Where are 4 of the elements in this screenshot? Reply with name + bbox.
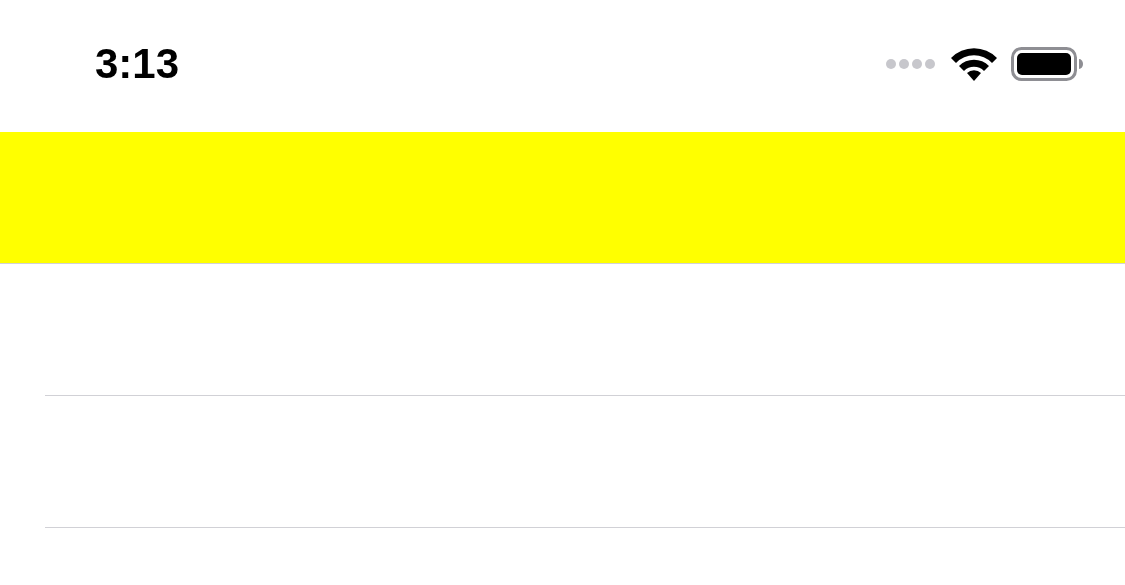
signal-icon [885,58,937,70]
status-time: 3:13 [95,43,180,85]
wifi-icon [951,47,997,81]
battery-icon [1011,47,1083,81]
